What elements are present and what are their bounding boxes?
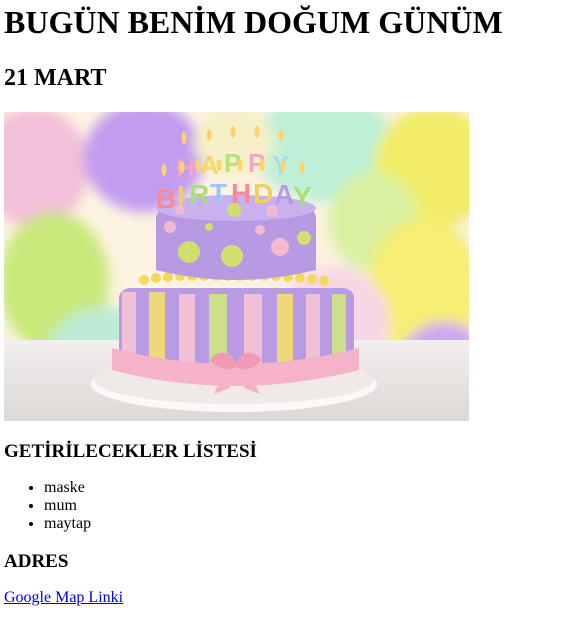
bring-list: maske mum maytap: [4, 479, 574, 533]
birthday-cake-image: H A P P Y B I R T H D A Y: [4, 112, 469, 421]
candle-letter: R: [189, 179, 209, 210]
google-map-link[interactable]: Google Map Linki: [4, 589, 123, 606]
candle-letter: A: [274, 179, 294, 210]
candle-letter: A: [200, 150, 219, 180]
birthday-date: 21 MART: [4, 65, 107, 91]
list-item: maske: [44, 479, 574, 497]
address-line: Google Map Linki: [4, 589, 574, 607]
list-item: mum: [44, 497, 574, 515]
candle-letter: I: [177, 180, 185, 211]
list-item: maytap: [44, 515, 574, 533]
candle-letter: D: [253, 178, 273, 209]
bring-list-heading: GETİRİLECEKLER LİSTESİ: [4, 441, 257, 462]
candle-letter: B: [156, 183, 176, 214]
candle-letter: H: [231, 178, 251, 209]
page-title: BUGÜN BENİM DOĞUM GÜNÜM: [4, 4, 503, 40]
candle-letter: T: [210, 178, 227, 209]
candle-letter: Y: [293, 181, 312, 212]
address-heading: ADRES: [4, 551, 69, 572]
